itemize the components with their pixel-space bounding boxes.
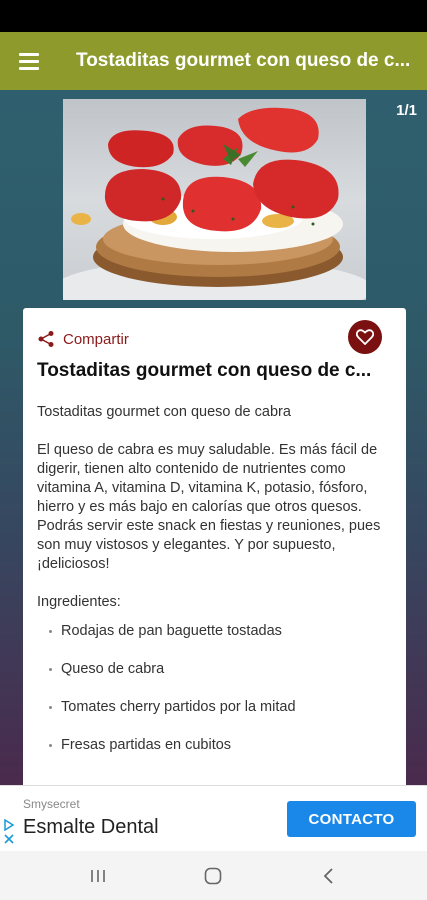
ad-close-icon[interactable] xyxy=(3,833,15,845)
favorite-button[interactable] xyxy=(348,320,382,354)
ad-cta-button[interactable]: CONTACTO xyxy=(287,801,416,837)
app-title: Tostaditas gourmet con queso de c... xyxy=(76,50,411,71)
ingredients-list: Rodajas de pan baguette tostadas Queso d… xyxy=(37,622,395,774)
recipe-photo[interactable] xyxy=(63,99,366,300)
ad-source: Smysecret xyxy=(23,797,80,811)
recipe-title: Tostaditas gourmet con queso de c... xyxy=(37,360,372,381)
ad-choices[interactable] xyxy=(3,819,15,845)
back-icon xyxy=(323,867,333,884)
heart-icon xyxy=(356,329,374,345)
ingredient-item: Queso de cabra xyxy=(37,660,395,698)
app-bar: Tostaditas gourmet con queso de c... xyxy=(0,32,427,90)
ingredient-item: Fresas partidas en cubitos xyxy=(37,736,395,774)
ad-banner[interactable]: Smysecret Esmalte Dental CONTACTO xyxy=(0,785,427,851)
home-button[interactable] xyxy=(193,856,233,896)
share-label: Compartir xyxy=(63,330,129,348)
ad-title[interactable]: Esmalte Dental xyxy=(23,816,159,839)
ingredients-label: Ingredientes: xyxy=(37,594,121,610)
recipe-subtitle: Tostaditas gourmet con queso de cabra xyxy=(37,404,291,420)
share-button[interactable]: Compartir xyxy=(37,330,129,348)
back-button[interactable] xyxy=(309,856,349,896)
share-icon xyxy=(38,331,54,347)
recents-button[interactable] xyxy=(78,856,118,896)
recipe-card: Compartir Tostaditas gourmet con queso d… xyxy=(23,308,406,785)
ingredient-item: Rodajas de pan baguette tostadas xyxy=(37,622,395,660)
ad-info-icon[interactable] xyxy=(3,819,15,831)
hamburger-menu-icon[interactable] xyxy=(0,32,58,90)
ingredient-item: Tomates cherry partidos por la mitad xyxy=(37,698,395,736)
image-counter: 1/1 xyxy=(396,102,417,119)
recipe-body: Tostaditas gourmet con queso de cabra El… xyxy=(37,403,395,774)
recipe-content[interactable]: 1/1 Compartir Tostaditas gourmet con que… xyxy=(0,90,427,785)
system-nav-bar xyxy=(0,851,427,900)
toast-image xyxy=(63,107,366,300)
recipe-description: El queso de cabra es muy saludable. Es m… xyxy=(37,442,381,572)
recents-icon xyxy=(91,869,105,882)
home-icon xyxy=(205,867,222,884)
status-bar xyxy=(0,0,427,32)
